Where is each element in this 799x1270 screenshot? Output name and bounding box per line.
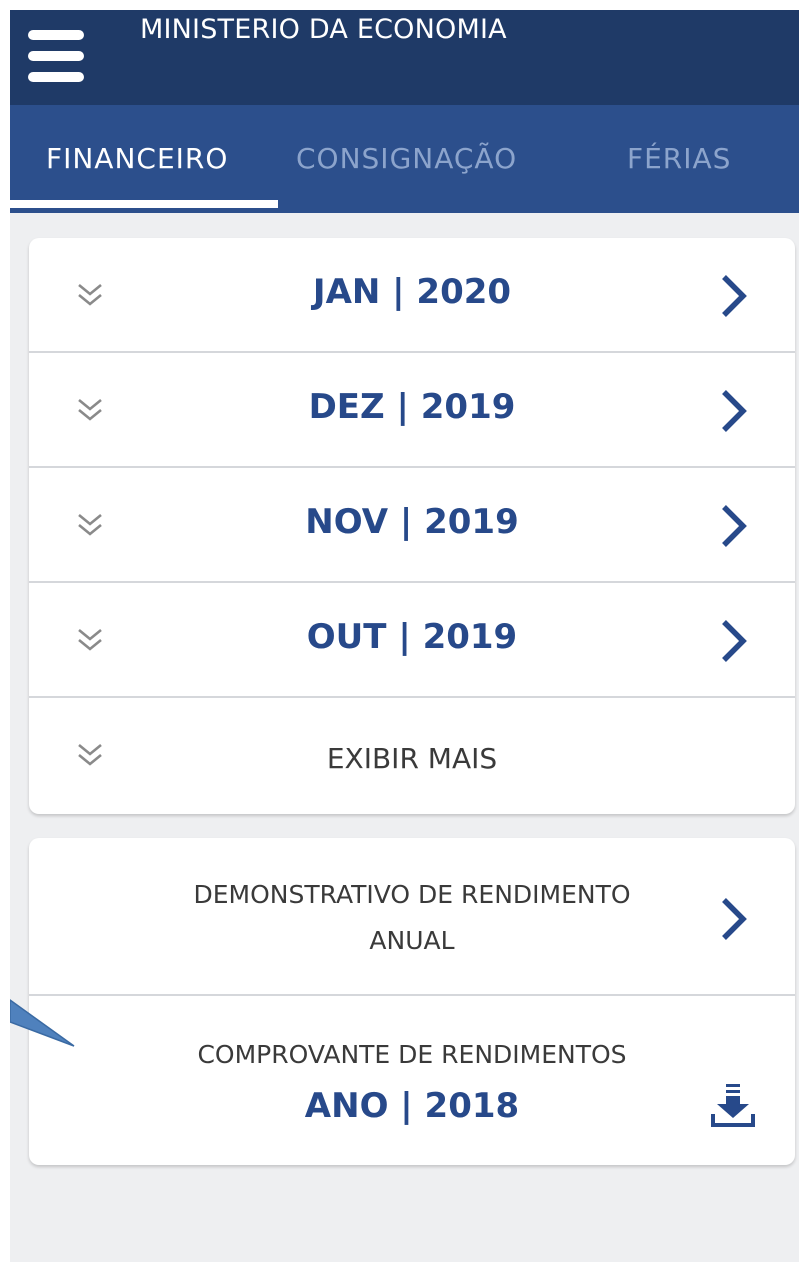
month-label: NOV | 2019 bbox=[305, 502, 519, 542]
month-row-jan-2020[interactable]: JAN | 2020 bbox=[29, 238, 795, 353]
tab-consignacao[interactable]: CONSIGNAÇÃO bbox=[296, 139, 517, 179]
hamburger-menu-icon[interactable] bbox=[28, 30, 84, 82]
active-tab-indicator bbox=[10, 200, 278, 208]
income-receipt-title: COMPROVANTE DE RENDIMENTOS bbox=[197, 1040, 627, 1069]
show-more-row[interactable]: EXIBIR MAIS bbox=[29, 698, 795, 814]
callout-pointer bbox=[10, 999, 75, 1047]
month-row-nov-2019[interactable]: NOV | 2019 bbox=[29, 468, 795, 583]
chevron-right-icon[interactable] bbox=[719, 388, 749, 434]
month-row-out-2019[interactable]: OUT | 2019 bbox=[29, 583, 795, 698]
show-more-label: EXIBIR MAIS bbox=[326, 742, 498, 775]
chevron-right-icon[interactable] bbox=[719, 896, 749, 942]
annual-statement-row[interactable]: DEMONSTRATIVO DE RENDIMENTO ANUAL bbox=[29, 838, 795, 996]
download-icon[interactable] bbox=[709, 1082, 757, 1130]
app-screen: MINISTERIO DA ECONOMIA FINANCEIRO CONSIG… bbox=[10, 10, 799, 1262]
app-title: MINISTERIO DA ECONOMIA bbox=[140, 14, 507, 45]
top-app-bar: MINISTERIO DA ECONOMIA bbox=[10, 10, 799, 105]
annual-statement-subtitle: ANUAL bbox=[369, 926, 455, 955]
payslip-months-card: JAN | 2020 DEZ | 2019 NOV | 2019 OUT | 2… bbox=[29, 238, 795, 814]
chevron-right-icon[interactable] bbox=[719, 618, 749, 664]
income-documents-card: DEMONSTRATIVO DE RENDIMENTO ANUAL COMPRO… bbox=[29, 838, 795, 1165]
chevron-right-icon[interactable] bbox=[719, 503, 749, 549]
tab-ferias[interactable]: FÉRIAS bbox=[627, 139, 731, 179]
chevron-right-icon[interactable] bbox=[719, 273, 749, 319]
tab-financeiro[interactable]: FINANCEIRO bbox=[46, 139, 228, 179]
month-label: DEZ | 2019 bbox=[308, 387, 516, 427]
month-row-dez-2019[interactable]: DEZ | 2019 bbox=[29, 353, 795, 468]
income-receipt-year: ANO | 2018 bbox=[304, 1086, 520, 1126]
income-receipt-row[interactable]: COMPROVANTE DE RENDIMENTOS ANO | 2018 bbox=[29, 996, 795, 1165]
month-label: JAN | 2020 bbox=[312, 272, 512, 312]
annual-statement-title: DEMONSTRATIVO DE RENDIMENTO bbox=[193, 880, 631, 909]
month-label: OUT | 2019 bbox=[306, 617, 518, 657]
tab-bar: FINANCEIRO CONSIGNAÇÃO FÉRIAS bbox=[10, 105, 799, 213]
